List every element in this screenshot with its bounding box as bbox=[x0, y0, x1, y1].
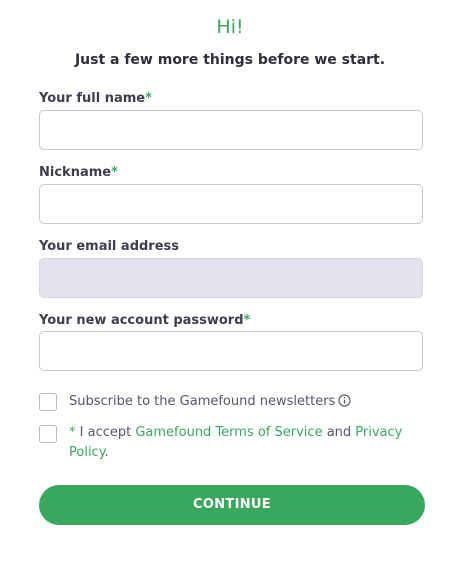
email-label: Your email address bbox=[39, 239, 179, 254]
newsletter-label-text: Subscribe to the Gamefound newsletters bbox=[69, 394, 336, 409]
required-marker: * bbox=[145, 91, 152, 106]
newsletter-label: Subscribe to the Gamefound newsletters bbox=[69, 392, 351, 412]
continue-button[interactable]: CONTINUE bbox=[39, 485, 425, 525]
page-subtitle: Just a few more things before we start. bbox=[74, 52, 386, 68]
password-label: Your new account password* bbox=[39, 313, 250, 328]
required-marker: * bbox=[243, 313, 251, 328]
password-input[interactable] bbox=[39, 331, 423, 371]
greeting-heading: Hi! bbox=[216, 16, 244, 38]
full-name-label-text: Your full name bbox=[39, 91, 146, 106]
terms-of-service-link[interactable]: Gamefound Terms of Service bbox=[135, 425, 322, 440]
terms-label: * I accept Gamefound Terms of Service an… bbox=[69, 423, 409, 463]
newsletter-checkbox[interactable] bbox=[39, 393, 57, 411]
password-label-text: Your new account password bbox=[39, 313, 244, 328]
email-label-text: Your email address bbox=[39, 239, 180, 254]
nickname-label: Nickname* bbox=[39, 165, 118, 180]
onboarding-form: Hi! Just a few more things before we sta… bbox=[0, 0, 460, 563]
terms-text-middle: and bbox=[322, 425, 356, 440]
info-icon[interactable] bbox=[338, 394, 351, 407]
email-input bbox=[39, 258, 423, 298]
nickname-input[interactable] bbox=[39, 184, 423, 224]
terms-checkbox[interactable] bbox=[39, 425, 57, 443]
required-marker: * bbox=[111, 165, 118, 180]
terms-text-before: I accept bbox=[75, 425, 136, 440]
full-name-input[interactable] bbox=[39, 110, 423, 150]
nickname-label-text: Nickname bbox=[39, 165, 112, 180]
terms-text-after: . bbox=[104, 445, 109, 460]
full-name-label: Your full name* bbox=[39, 91, 152, 106]
